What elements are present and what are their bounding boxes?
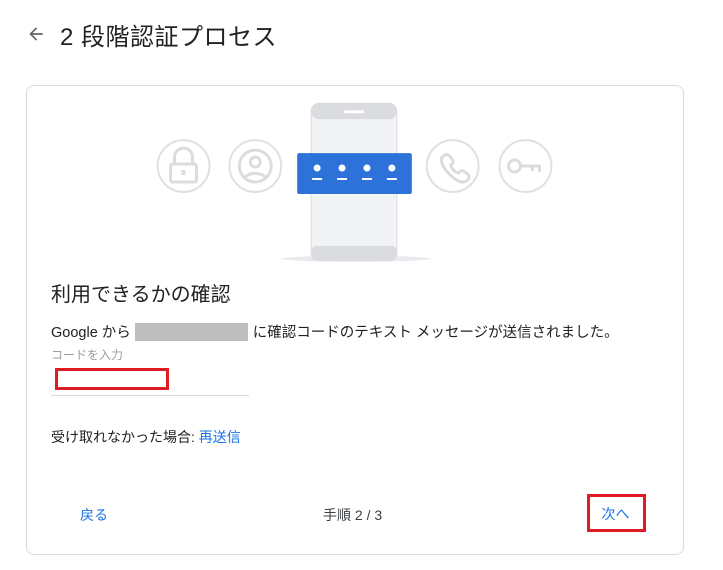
verification-illustration: [156, 102, 553, 262]
verification-card: 利用できるかの確認 Google から に確認コードのテキスト メッセージが送信…: [26, 85, 684, 555]
sent-message: Google から に確認コードのテキスト メッセージが送信されました。: [51, 321, 619, 342]
page-title: 2 段階認証プロセス: [60, 23, 278, 51]
message-prefix: Google から: [51, 325, 131, 341]
code-bubble: [297, 153, 412, 194]
key-icon: [498, 139, 553, 193]
code-input-label: コードを入力: [51, 348, 124, 362]
phone-call-icon: [425, 139, 480, 193]
back-button[interactable]: 戻る: [80, 505, 108, 525]
resend-prompt: 受け取れなかった場合:: [51, 429, 199, 445]
next-button[interactable]: 次へ: [592, 498, 639, 530]
step-indicator: 手順 2 / 3: [323, 507, 383, 523]
resend-link[interactable]: 再送信: [199, 429, 241, 445]
resend-row: 受け取れなかった場合: 再送信: [51, 427, 241, 447]
message-suffix: に確認コードのテキスト メッセージが送信されました。: [252, 325, 619, 341]
card-heading: 利用できるかの確認: [51, 284, 231, 306]
lock-icon: [156, 139, 211, 193]
verification-code-input[interactable]: [51, 366, 249, 396]
card-footer: 戻る 手順 2 / 3 次へ: [27, 494, 683, 534]
page-header: 2 段階認証プロセス: [22, 14, 277, 54]
back-arrow-button[interactable]: [22, 20, 50, 48]
arrow-back-icon: [29, 27, 43, 41]
redacted-phone-number: [134, 322, 248, 341]
person-icon: [228, 139, 283, 193]
